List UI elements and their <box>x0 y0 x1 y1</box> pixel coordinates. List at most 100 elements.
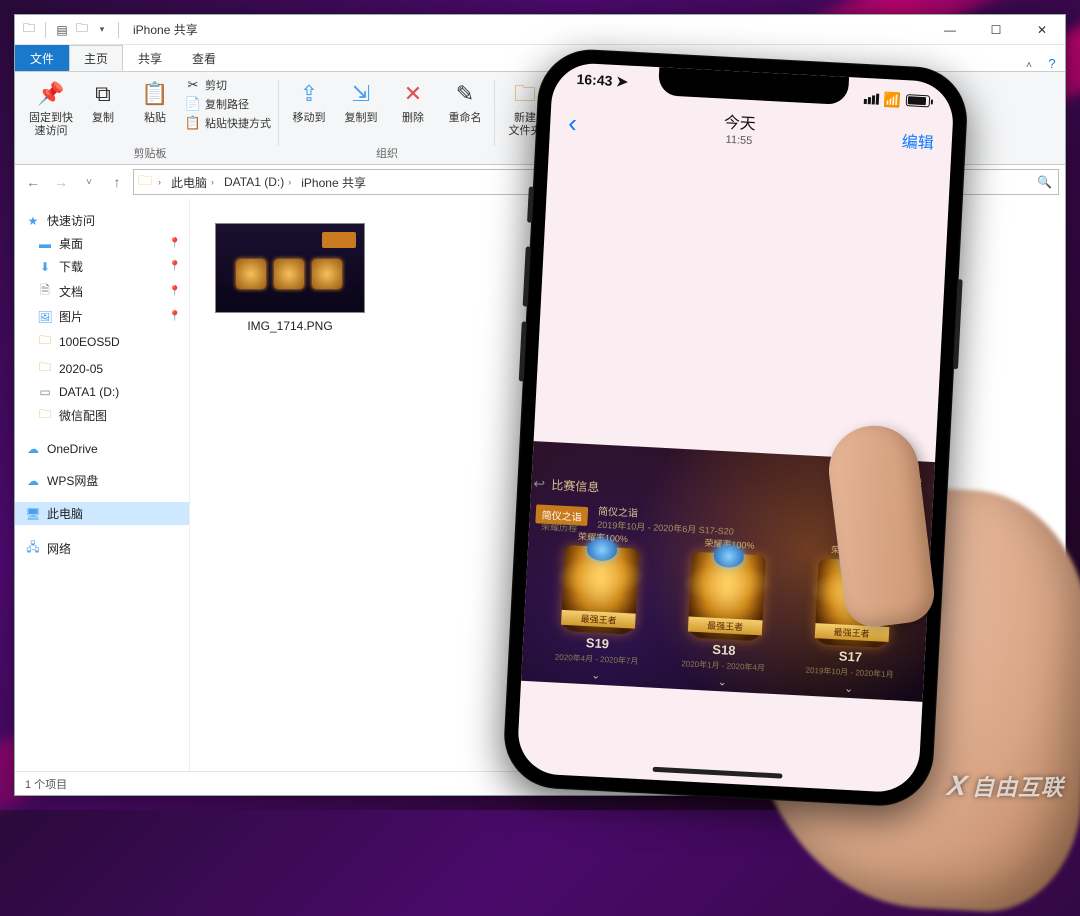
pc-icon: 🖥 <box>25 507 41 521</box>
nav-onedrive[interactable]: ☁OneDrive <box>15 439 189 459</box>
breadcrumb-seg-0[interactable]: 此电脑› <box>165 170 218 194</box>
game-back-icon: ↩ <box>533 475 546 493</box>
qat-dropdown-icon[interactable]: ▾ <box>94 22 110 38</box>
nav-downloads[interactable]: ⬇下载📍 <box>15 255 189 278</box>
photos-title: 今天 <box>723 115 756 135</box>
folder-icon: 🗀 <box>37 358 53 379</box>
cloud-icon: ☁ <box>25 442 41 456</box>
qat-open-icon[interactable]: 🗀 <box>74 22 90 38</box>
photos-subtitle: 11:55 <box>723 133 756 147</box>
tab-share[interactable]: 共享 <box>123 45 177 71</box>
desktop-icon: ▬ <box>37 237 53 251</box>
pin-icon: 📍 <box>169 238 181 249</box>
nav-desktop[interactable]: ▬桌面📍 <box>15 232 189 255</box>
star-icon: ★ <box>25 214 41 228</box>
nav-back-button[interactable]: ← <box>21 170 45 194</box>
nav-documents[interactable]: 🗎文档📍 <box>15 278 189 305</box>
minimize-button[interactable]: — <box>927 15 973 45</box>
chevron-down-icon: ⌄ <box>717 675 727 688</box>
titlebar: 🗀 ▤ 🗀 ▾ iPhone 共享 — ☐ ✕ <box>15 15 1065 45</box>
location-icon: ➤ <box>616 73 629 90</box>
close-button[interactable]: ✕ <box>1019 15 1065 45</box>
copy-path-button[interactable]: 📄复制路径 <box>183 95 273 113</box>
nav-recent-button[interactable]: ˅ <box>77 170 101 194</box>
folder-icon: 🗀 <box>37 331 53 352</box>
address-folder-icon: 🗀 <box>134 170 152 194</box>
help-button[interactable]: ? <box>1039 56 1065 71</box>
breadcrumb-seg-1[interactable]: DATA1 (D:)› <box>218 170 295 194</box>
nav-this-pc[interactable]: 🖥此电脑 <box>15 502 189 525</box>
file-item[interactable]: IMG_1714.PNG <box>210 223 370 333</box>
nav-pane: ★快速访问 ▬桌面📍 ⬇下载📍 🗎文档📍 🖼图片📍 🗀100EOS5D 🗀202… <box>15 199 190 771</box>
pin-icon: 📌 <box>35 78 67 110</box>
folder-icon: 🗀 <box>37 405 53 426</box>
nav-folder-1[interactable]: 🗀100EOS5D <box>15 328 189 355</box>
copy-to-button[interactable]: ⇲复制到 <box>337 76 385 125</box>
paste-shortcut-button[interactable]: 📋粘贴快捷方式 <box>183 114 273 132</box>
copy-path-icon: 📄 <box>185 96 201 112</box>
iphone-frame: 16:43 ➤ 📶 ‹ 今天 11:55 编辑 <box>502 47 970 808</box>
photos-edit-button[interactable]: 编辑 <box>901 128 934 154</box>
nav-folder-2[interactable]: 🗀2020-05 <box>15 355 189 382</box>
maximize-button[interactable]: ☐ <box>973 15 1019 45</box>
clipboard-group-label: 剪贴板 <box>134 143 167 164</box>
paste-shortcut-icon: 📋 <box>185 115 201 131</box>
battery-icon <box>906 94 931 107</box>
cloud-icon: ☁ <box>25 474 41 488</box>
pin-icon: 📍 <box>169 311 181 322</box>
signal-icon <box>863 92 879 104</box>
tab-view[interactable]: 查看 <box>177 45 231 71</box>
tab-home[interactable]: 主页 <box>69 45 123 71</box>
phone-overlay: 16:43 ➤ 📶 ‹ 今天 11:55 编辑 <box>500 47 1059 833</box>
rename-icon: ✎ <box>449 78 481 110</box>
breadcrumb-seg-2[interactable]: iPhone 共享 <box>295 170 370 194</box>
nav-wps[interactable]: ☁WPS网盘 <box>15 469 189 492</box>
pin-label: 固定到快 速访问 <box>29 112 73 137</box>
cut-button[interactable]: ✂剪切 <box>183 76 273 94</box>
paste-label: 粘贴 <box>144 112 166 125</box>
rename-button[interactable]: ✎重命名 <box>441 76 489 125</box>
nav-quick-access[interactable]: ★快速访问 <box>15 209 189 232</box>
delete-icon: ✕ <box>397 78 429 110</box>
drive-icon: ▭ <box>37 385 53 399</box>
organize-group-label: 组织 <box>376 143 398 164</box>
photos-back-button[interactable]: ‹ <box>568 107 578 138</box>
copy-button[interactable]: ⧉ 复制 <box>79 76 127 137</box>
delete-button[interactable]: ✕删除 <box>389 76 437 125</box>
chevron-down-icon: ⌄ <box>844 682 854 695</box>
nav-forward-button[interactable]: → <box>49 170 73 194</box>
game-badge-0: 荣耀率100% 最强王者 S19 2020年4月 - 2020年7月 ⌄ <box>539 528 659 685</box>
copy-icon: ⧉ <box>87 78 119 110</box>
wifi-icon: 📶 <box>883 90 901 108</box>
ribbon-collapse-button[interactable]: ˄ <box>1019 60 1039 71</box>
nav-up-button[interactable]: ↑ <box>105 170 129 194</box>
game-badge-1: 荣耀率100% 最强王者 S18 2020年1月 - 2020年4月 ⌄ <box>666 535 786 692</box>
game-tab-label: 比赛信息 <box>551 476 600 495</box>
paste-button[interactable]: 📋 粘贴 <box>131 76 179 137</box>
file-thumbnail <box>215 223 365 313</box>
paste-icon: 📋 <box>139 78 171 110</box>
home-indicator[interactable] <box>652 767 782 779</box>
move-to-icon: ⇪ <box>293 78 325 110</box>
move-to-button[interactable]: ⇪移动到 <box>285 76 333 125</box>
nav-wechat[interactable]: 🗀微信配图 <box>15 402 189 429</box>
phone-time: 16:43 ➤ <box>576 71 629 98</box>
pin-to-quick-access-button[interactable]: 📌 固定到快 速访问 <box>27 76 75 137</box>
watermark-x-icon: X <box>945 770 970 802</box>
pin-icon: 📍 <box>169 261 181 272</box>
pin-icon: 📍 <box>169 286 181 297</box>
copy-to-icon: ⇲ <box>345 78 377 110</box>
tab-file[interactable]: 文件 <box>15 45 69 71</box>
chevron-down-icon: ⌄ <box>591 668 601 681</box>
qat-properties-icon[interactable]: ▤ <box>54 22 70 38</box>
pictures-icon: 🖼 <box>37 310 53 324</box>
nav-pictures[interactable]: 🖼图片📍 <box>15 305 189 328</box>
network-icon: 🖧 <box>25 538 41 559</box>
folder-icon: 🗀 <box>21 22 37 38</box>
documents-icon: 🗎 <box>37 281 53 302</box>
copy-label: 复制 <box>92 112 114 125</box>
nav-network[interactable]: 🖧网络 <box>15 535 189 562</box>
file-name: IMG_1714.PNG <box>247 319 332 333</box>
cut-icon: ✂ <box>185 77 201 93</box>
nav-drive[interactable]: ▭DATA1 (D:) <box>15 382 189 402</box>
